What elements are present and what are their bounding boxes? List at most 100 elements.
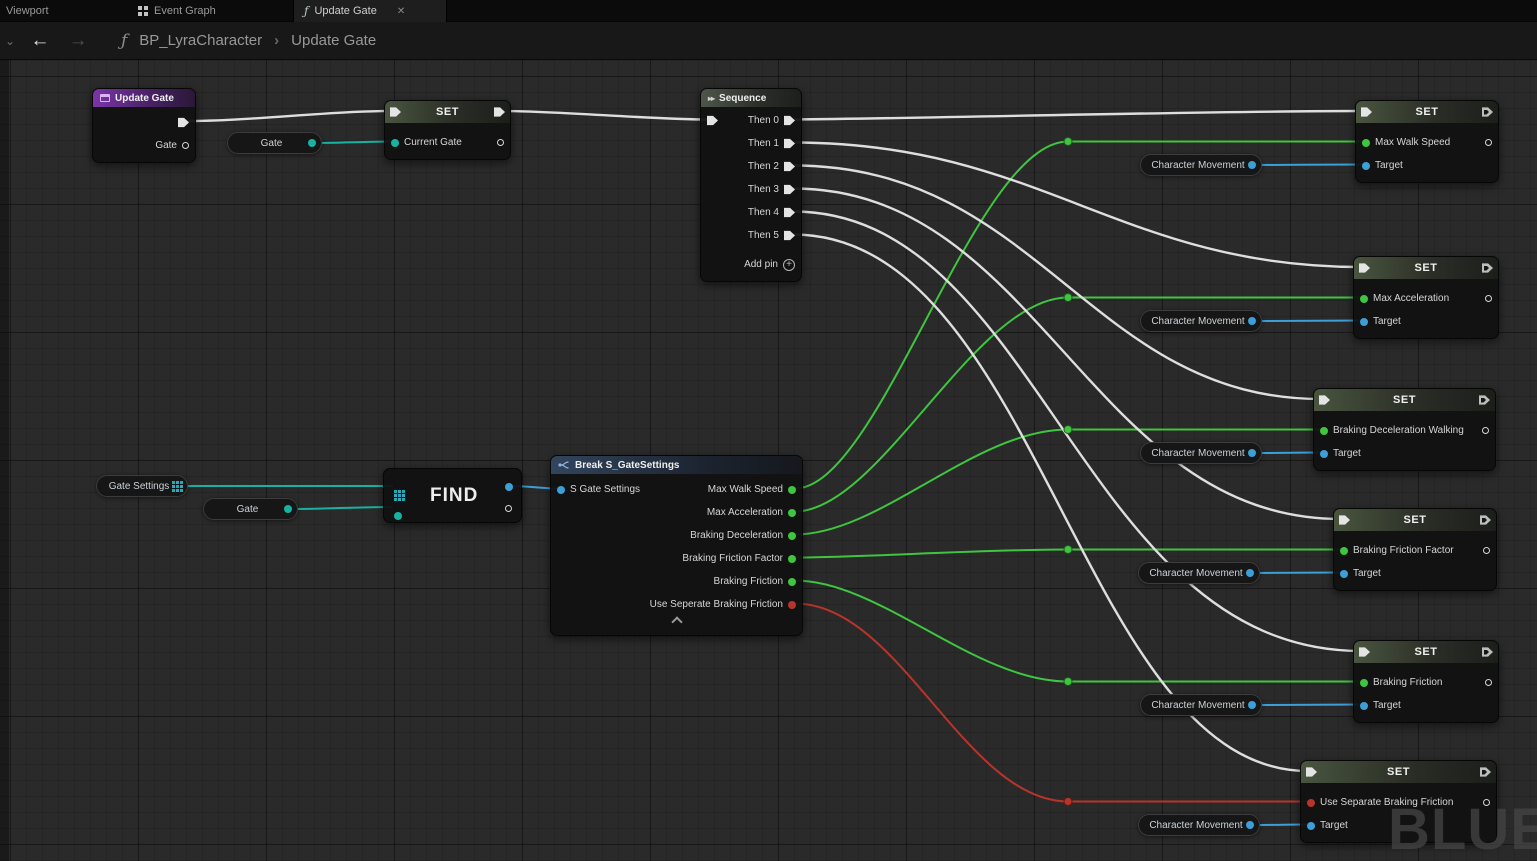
then5-exec-pin[interactable]	[784, 230, 795, 241]
wire-target-1	[1254, 163, 1364, 166]
key-input-pin[interactable]	[394, 512, 402, 520]
reroute-node[interactable]	[1063, 677, 1073, 686]
node-sequence[interactable]: ▸▸ Sequence Then 0 Then 1 Then 2 Then 3 …	[700, 88, 802, 282]
target-input-pin[interactable]	[1362, 161, 1370, 170]
variable-node-character-movement[interactable]: Character Movement	[1140, 310, 1262, 332]
value-output-pin[interactable]	[505, 483, 513, 491]
max-acceleration-output-pin[interactable]	[788, 508, 796, 517]
target-input-pin[interactable]	[1360, 701, 1368, 710]
then2-exec-pin[interactable]	[784, 161, 795, 172]
target-input-pin[interactable]	[1340, 569, 1348, 578]
then3-exec-pin[interactable]	[784, 184, 795, 195]
then4-exec-pin[interactable]	[784, 207, 795, 218]
back-button[interactable]: ←	[21, 30, 59, 52]
left-splitter[interactable]	[0, 60, 9, 861]
node-header: SET	[1301, 761, 1496, 783]
node-set-braking-friction[interactable]: SET Braking Friction Target	[1353, 640, 1499, 723]
reroute-node[interactable]	[1063, 293, 1073, 302]
map-input-pin[interactable]	[394, 490, 405, 501]
wire-gate-to-find-key	[293, 506, 394, 510]
target-input-pin[interactable]	[1307, 821, 1315, 830]
node-set-braking-friction-factor[interactable]: SET Braking Friction Factor Target	[1333, 508, 1497, 591]
node-header: Break S_GateSettings	[551, 456, 802, 474]
node-set-max-acceleration[interactable]: SET Max Acceleration Target	[1353, 256, 1499, 339]
close-tab-icon[interactable]: ✕	[397, 6, 405, 17]
value-output-pin[interactable]	[1485, 295, 1492, 302]
variable-node-gate[interactable]: Gate	[203, 498, 298, 520]
tab-update-gate[interactable]: ƒ Update Gate ✕	[293, 0, 447, 22]
exec-in-pin[interactable]	[707, 115, 718, 126]
value-output-pin[interactable]	[1485, 139, 1492, 146]
object-output-pin[interactable]	[1246, 569, 1254, 577]
value-input-pin[interactable]	[1320, 426, 1328, 435]
chevron-down-icon[interactable]: ⌄	[5, 34, 21, 48]
value-output-pin[interactable]	[497, 139, 504, 146]
node-set-current-gate[interactable]: SET Current Gate	[384, 100, 511, 160]
breadcrumb-bar: ⌄ ← → ƒ BP_LyraCharacter › Update Gate	[0, 22, 1537, 60]
object-output-pin[interactable]	[1246, 821, 1254, 829]
variable-node-gate[interactable]: Gate	[227, 132, 322, 154]
node-set-max-walk-speed[interactable]: SET Max Walk Speed Target	[1355, 100, 1499, 183]
breadcrumb-separator: ›	[274, 32, 280, 49]
function-icon: ƒ	[121, 30, 128, 51]
reroute-node[interactable]	[1063, 137, 1073, 146]
target-input-pin[interactable]	[1320, 449, 1328, 458]
node-break-gate-settings[interactable]: Break S_GateSettings S Gate Settings Max…	[550, 455, 803, 636]
value-input-pin[interactable]	[1360, 678, 1368, 687]
value-input-pin[interactable]	[1360, 294, 1368, 303]
tab-event-graph[interactable]: Event Graph	[128, 0, 226, 22]
gate-output-pin[interactable]	[308, 139, 316, 147]
variable-node-character-movement[interactable]: Character Movement	[1138, 562, 1260, 584]
node-set-braking-deceleration-walking[interactable]: SET Braking Deceleration Walking Target	[1313, 388, 1496, 471]
object-output-pin[interactable]	[1248, 449, 1256, 457]
object-output-pin[interactable]	[1248, 701, 1256, 709]
tab-viewport[interactable]: Viewport	[0, 0, 59, 22]
tab-bar: Viewport Event Graph ƒ Update Gate ✕	[0, 0, 1537, 22]
reroute-node[interactable]	[1063, 797, 1073, 806]
value-output-pin[interactable]	[1483, 547, 1490, 554]
gate-output-pin[interactable]	[182, 142, 189, 149]
target-input-pin[interactable]	[1360, 317, 1368, 326]
reroute-node[interactable]	[1063, 545, 1073, 554]
struct-input-pin[interactable]	[557, 485, 565, 494]
variable-node-character-movement[interactable]: Character Movement	[1138, 814, 1260, 836]
then1-exec-pin[interactable]	[784, 138, 795, 149]
breadcrumb-page-title: Update Gate	[291, 32, 377, 49]
use-separate-braking-friction-output-pin[interactable]	[788, 600, 796, 609]
max-walk-speed-output-pin[interactable]	[788, 485, 796, 494]
graph-canvas[interactable]: Update Gate Gate Gate SET Current Gate ▸…	[0, 60, 1537, 861]
add-pin-button[interactable]: +	[783, 258, 795, 271]
node-update-gate-entry[interactable]: Update Gate Gate	[92, 88, 196, 163]
map-output-pin[interactable]	[172, 481, 183, 492]
object-output-pin[interactable]	[1248, 161, 1256, 169]
gate-output-pin[interactable]	[284, 505, 292, 513]
variable-node-character-movement[interactable]: Character Movement	[1140, 442, 1262, 464]
reroute-node[interactable]	[1063, 425, 1073, 434]
braking-friction-factor-output-pin[interactable]	[788, 554, 796, 563]
value-input-pin[interactable]	[1307, 798, 1315, 807]
braking-deceleration-output-pin[interactable]	[788, 531, 796, 540]
function-entry-icon	[100, 94, 110, 102]
value-input-pin[interactable]	[1340, 546, 1348, 555]
value-output-pin[interactable]	[1482, 427, 1489, 434]
value-input-pin[interactable]	[1362, 138, 1370, 147]
variable-node-character-movement[interactable]: Character Movement	[1140, 694, 1262, 716]
wire-exec-then0	[792, 109, 1364, 121]
collapse-node-button[interactable]	[670, 616, 683, 628]
node-map-find[interactable]: FIND	[383, 468, 522, 523]
then0-exec-pin[interactable]	[784, 115, 795, 126]
variable-node-character-movement[interactable]: Character Movement	[1140, 154, 1262, 176]
node-header: Update Gate	[93, 89, 195, 107]
found-output-pin[interactable]	[505, 505, 512, 512]
current-gate-input-pin[interactable]	[391, 138, 399, 147]
variable-node-gate-settings[interactable]: Gate Settings	[96, 475, 188, 497]
wire-target-2	[1254, 319, 1362, 322]
function-icon: ƒ	[304, 4, 309, 18]
exec-out-pin[interactable]	[178, 117, 189, 128]
wire-target-4	[1252, 571, 1342, 574]
object-output-pin[interactable]	[1248, 317, 1256, 325]
forward-button[interactable]: →	[59, 30, 97, 52]
braking-friction-output-pin[interactable]	[788, 577, 796, 586]
breadcrumb-blueprint[interactable]: BP_LyraCharacter	[139, 32, 262, 49]
value-output-pin[interactable]	[1485, 679, 1492, 686]
